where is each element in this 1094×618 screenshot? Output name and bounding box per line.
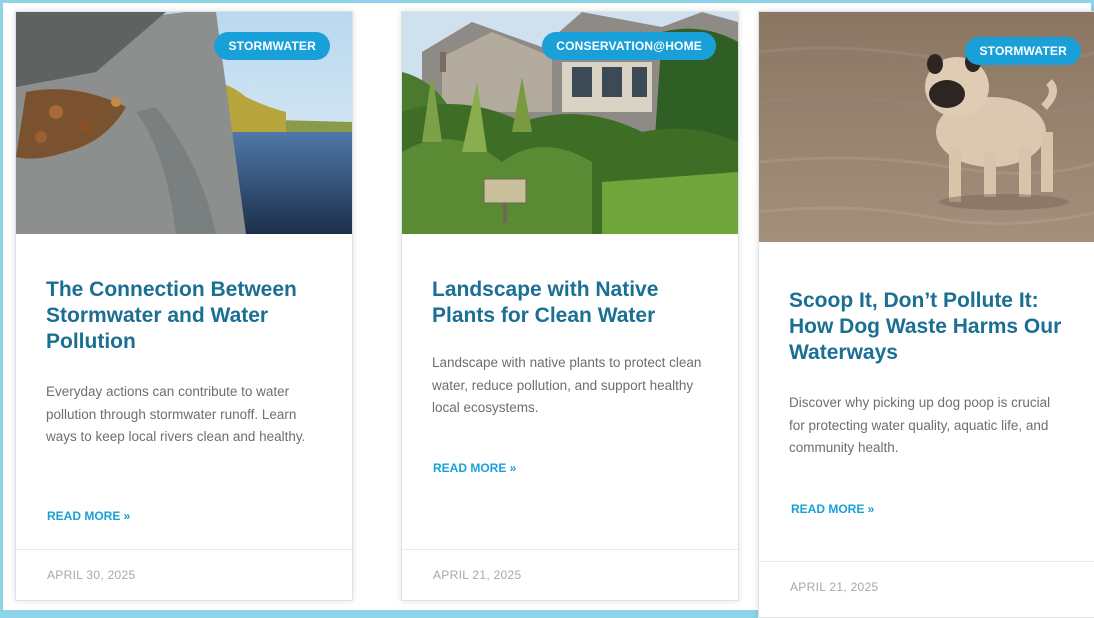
post-date: APRIL 21, 2025 <box>759 561 1094 617</box>
post-thumbnail-storm-drain[interactable]: STORMWATER <box>16 12 352 234</box>
post-title[interactable]: The Connection Between Stormwater and Wa… <box>16 277 352 355</box>
post-title[interactable]: Landscape with Native Plants for Clean W… <box>402 277 738 329</box>
read-more-link[interactable]: READ MORE » <box>403 461 516 475</box>
post-excerpt: Everyday actions can contribute to water… <box>46 384 306 444</box>
post-thumbnail-native-garden[interactable]: CONSERVATION@HOME <box>402 12 738 234</box>
post-date: APRIL 21, 2025 <box>402 549 738 600</box>
read-more-link[interactable]: READ MORE » <box>17 509 130 523</box>
post-card-stormwater-connection: STORMWATER The Connection Between Stormw… <box>15 11 353 601</box>
post-excerpt: Landscape with native plants to protect … <box>432 355 702 415</box>
post-excerpt: Discover why picking up dog poop is cruc… <box>789 395 1051 455</box>
post-card-dog-waste: STORMWATER Scoop It, Don’t Pollute It: H… <box>758 11 1094 618</box>
post-title[interactable]: Scoop It, Don’t Pollute It: How Dog Wast… <box>759 288 1094 366</box>
category-badge[interactable]: CONSERVATION@HOME <box>542 32 716 60</box>
category-badge[interactable]: STORMWATER <box>965 37 1081 65</box>
post-card-native-plants: CONSERVATION@HOME Landscape with Native … <box>401 11 739 601</box>
read-more-link[interactable]: READ MORE » <box>761 502 874 516</box>
post-thumbnail-pug-in-water[interactable]: STORMWATER <box>759 12 1094 242</box>
post-date: APRIL 30, 2025 <box>16 549 352 600</box>
category-badge[interactable]: STORMWATER <box>214 32 330 60</box>
